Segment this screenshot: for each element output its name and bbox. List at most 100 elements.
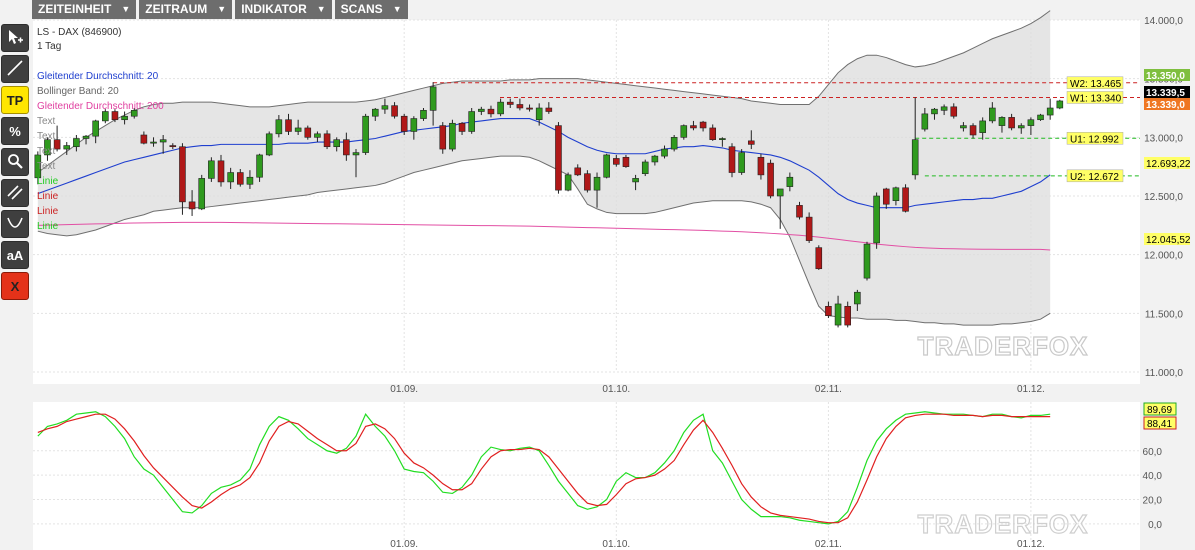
candle-body (1037, 114, 1044, 121)
candle-body (1027, 119, 1035, 126)
x-tick-label: 01.10. (602, 384, 630, 395)
price-label: 12.045,52 (1146, 235, 1191, 246)
candle-body (1017, 125, 1025, 129)
candle-body (969, 125, 977, 136)
menu-button-indikator[interactable]: INDIKATOR ▼ (235, 0, 332, 19)
candle-body (150, 141, 157, 144)
candle-body (188, 201, 196, 210)
candle-body (834, 303, 842, 326)
menu-button-scans[interactable]: SCANS ▼ (334, 0, 408, 19)
candle-body (294, 127, 302, 132)
y-tick-label: 11.500,0 (1145, 309, 1184, 320)
legend-item: Linie (37, 176, 59, 187)
period-label: 1 Tag (37, 41, 61, 52)
candle-body (275, 119, 283, 135)
price-chart-area[interactable]: 14.000,0 13.500,0 13.000,0 12.500,0 12.000,0… (0, 0, 1195, 550)
legend-item: Text (37, 131, 56, 142)
channel-tool[interactable] (1, 179, 29, 207)
candle-body (217, 160, 225, 183)
tp-icon: TP (6, 92, 24, 108)
parallel-lines-icon (6, 183, 24, 204)
candle-body (410, 118, 418, 132)
candle-body (622, 156, 630, 167)
candle-body (767, 162, 774, 197)
candle-body (458, 122, 466, 132)
percent-tool[interactable]: % (1, 117, 29, 145)
arc-icon (6, 214, 24, 235)
candle-body (661, 148, 668, 157)
menu-button-zeiteinheit[interactable]: ZEITEINHEIT ▼ (32, 0, 137, 19)
x-tick-label: 02.11. (815, 384, 842, 395)
candle-body (776, 188, 784, 197)
candle-body (854, 291, 861, 305)
osc-last-value-label: 89,69 (1147, 405, 1172, 416)
candle-body (574, 167, 582, 176)
menu-button-label: ZEITRAUM (145, 2, 208, 16)
candle-body (478, 108, 485, 112)
candle-body (468, 111, 475, 132)
candle-body (719, 138, 726, 140)
oscillator-plot-background (33, 402, 1140, 550)
select-tool[interactable] (1, 24, 29, 52)
candle-body (670, 137, 678, 150)
candle-body (593, 176, 601, 191)
candle-body (603, 154, 610, 178)
osc-x-tick-label: 01.12. (1017, 539, 1045, 550)
candle-body (873, 195, 880, 244)
x-tick-label: 01.12. (1017, 384, 1045, 395)
price-label-box (1144, 233, 1190, 245)
candle-body (82, 135, 90, 139)
text-tool[interactable]: aA (1, 241, 29, 269)
ma20-line (37, 118, 1051, 209)
cursor-icon (6, 28, 24, 49)
candle-body (391, 105, 398, 117)
delete-tool[interactable]: X (1, 272, 29, 300)
candle-body (429, 86, 437, 111)
candle-body (121, 115, 128, 121)
tp-tool[interactable]: TP (1, 86, 29, 114)
y-tick-label: 12.500,0 (1144, 192, 1183, 203)
x-tick-label: 01.09. (390, 384, 418, 395)
legend-item: Linie (37, 206, 59, 217)
candle-body (940, 106, 948, 111)
caret-down-icon: ▼ (121, 4, 131, 14)
candle-body (748, 140, 755, 145)
candle-body (285, 119, 292, 132)
level-label: W1: 13.340 (1070, 93, 1122, 104)
candle-body (208, 160, 215, 179)
candle-body (535, 107, 543, 121)
osc-last-value-label: 88,41 (1147, 419, 1172, 430)
candle-body (381, 105, 389, 110)
price-label-box (1144, 98, 1190, 110)
line-icon (6, 59, 24, 80)
candle-body (92, 120, 99, 137)
level-label-box (1066, 132, 1124, 145)
legend-item: Text (37, 161, 56, 172)
candle-body (487, 108, 495, 115)
legend-item: Text (37, 116, 56, 127)
candle-body (352, 152, 360, 156)
candle-body (555, 125, 562, 191)
candle-body (699, 121, 707, 129)
text-icon: aA (6, 247, 24, 263)
curve-tool[interactable] (1, 210, 29, 238)
watermark-logo: TRADERFOX (918, 331, 1089, 361)
price-label-box (1144, 157, 1190, 169)
candle-body (497, 101, 504, 115)
candle-body (343, 139, 350, 156)
legend-item: Linie (37, 221, 59, 232)
zoom-tool[interactable] (1, 148, 29, 176)
candle-body (314, 133, 321, 138)
candle-body (564, 174, 572, 191)
line-tool[interactable] (1, 55, 29, 83)
legend-item: Text (37, 146, 56, 157)
candle-body (34, 154, 42, 179)
delete-icon: X (10, 278, 20, 294)
bollinger-lower-line (37, 155, 1051, 326)
y-tick-label: 14.000,0 (1144, 16, 1183, 27)
magnifier-icon (6, 152, 24, 173)
main-plot-background (33, 20, 1140, 384)
menu-button-zeitraum[interactable]: ZEITRAUM ▼ (139, 0, 233, 19)
candle-body (892, 187, 900, 201)
osc-x-tick-label: 02.11. (815, 539, 842, 550)
